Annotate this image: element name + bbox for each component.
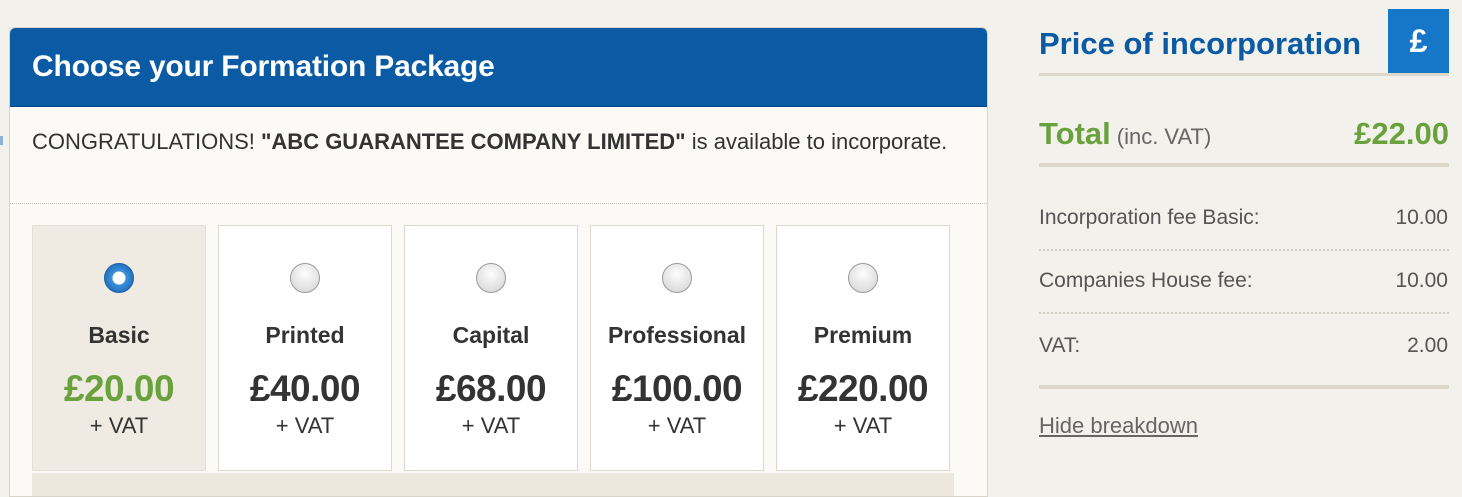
package-price: £220.00	[797, 368, 929, 409]
company-name: "ABC GUARANTEE COMPANY LIMITED"	[260, 129, 686, 154]
total-text: Total	[1039, 116, 1111, 151]
title-divider	[1039, 73, 1449, 76]
package-capital[interactable]: Capital £68.00 + VAT	[404, 225, 578, 471]
package-name: Capital	[452, 322, 530, 348]
breakdown-label: VAT:	[1039, 334, 1081, 357]
package-professional-radio[interactable]	[662, 263, 692, 293]
package-basic[interactable]: Basic £20.00 + VAT	[32, 225, 206, 471]
edge-marker	[0, 136, 3, 145]
breakdown-divider	[1039, 385, 1449, 389]
package-name: Professional	[607, 322, 747, 348]
package-vat: + VAT	[275, 413, 335, 438]
price-title: Price of incorporation	[1039, 26, 1362, 61]
congrats-prefix: CONGRATULATIONS!	[32, 129, 261, 154]
breakdown-label: Incorporation fee Basic:	[1039, 206, 1260, 229]
total-sub-label: (inc. VAT)	[1116, 124, 1212, 149]
total-divider	[1039, 163, 1449, 167]
package-price: £40.00	[249, 368, 361, 409]
formation-title: Choose your Formation Package	[32, 50, 495, 83]
formation-panel: Choose your Formation Package CONGRATULA…	[9, 27, 988, 497]
breakdown-value: 2.00	[1407, 334, 1448, 357]
package-vat: + VAT	[647, 413, 707, 438]
pound-icon: £	[1388, 9, 1449, 73]
row-divider	[1039, 249, 1449, 251]
breakdown-row: VAT: 2.00	[1039, 334, 1449, 364]
package-price: £20.00	[63, 368, 175, 409]
package-printed-radio[interactable]	[290, 263, 320, 293]
row-divider	[1039, 312, 1449, 314]
breakdown-row: Companies House fee: 10.00	[1039, 269, 1449, 299]
breakdown-label: Companies House fee:	[1039, 269, 1253, 292]
formation-header: Choose your Formation Package	[10, 28, 987, 107]
package-name: Printed	[265, 322, 345, 348]
package-price: £100.00	[611, 368, 743, 409]
package-premium[interactable]: Premium £220.00 + VAT	[776, 225, 950, 471]
package-list: Basic £20.00 + VAT Printed £40.00 + VAT …	[32, 225, 954, 496]
package-name: Premium	[813, 322, 913, 348]
package-basic-radio[interactable]	[104, 263, 134, 293]
total-label: Total (inc. VAT)	[1039, 116, 1211, 152]
congrats-suffix: is available to incorporate.	[685, 129, 948, 154]
package-capital-radio[interactable]	[476, 263, 506, 293]
breakdown-value: 10.00	[1395, 269, 1448, 292]
package-premium-radio[interactable]	[848, 263, 878, 293]
total-value: £22.00	[1354, 116, 1449, 151]
breakdown-row: Incorporation fee Basic: 10.00	[1039, 206, 1449, 236]
package-printed[interactable]: Printed £40.00 + VAT	[218, 225, 392, 471]
package-footer-strip	[32, 473, 954, 496]
hide-breakdown-link[interactable]: Hide breakdown	[1039, 413, 1198, 439]
package-price: £68.00	[435, 368, 547, 409]
package-name: Basic	[88, 322, 150, 348]
package-vat: + VAT	[461, 413, 521, 438]
congratulations-message: CONGRATULATIONS! "ABC GUARANTEE COMPANY …	[10, 107, 987, 204]
package-vat: + VAT	[833, 413, 893, 438]
package-professional[interactable]: Professional £100.00 + VAT	[590, 225, 764, 471]
breakdown-value: 10.00	[1395, 206, 1448, 229]
package-vat: + VAT	[89, 413, 149, 438]
